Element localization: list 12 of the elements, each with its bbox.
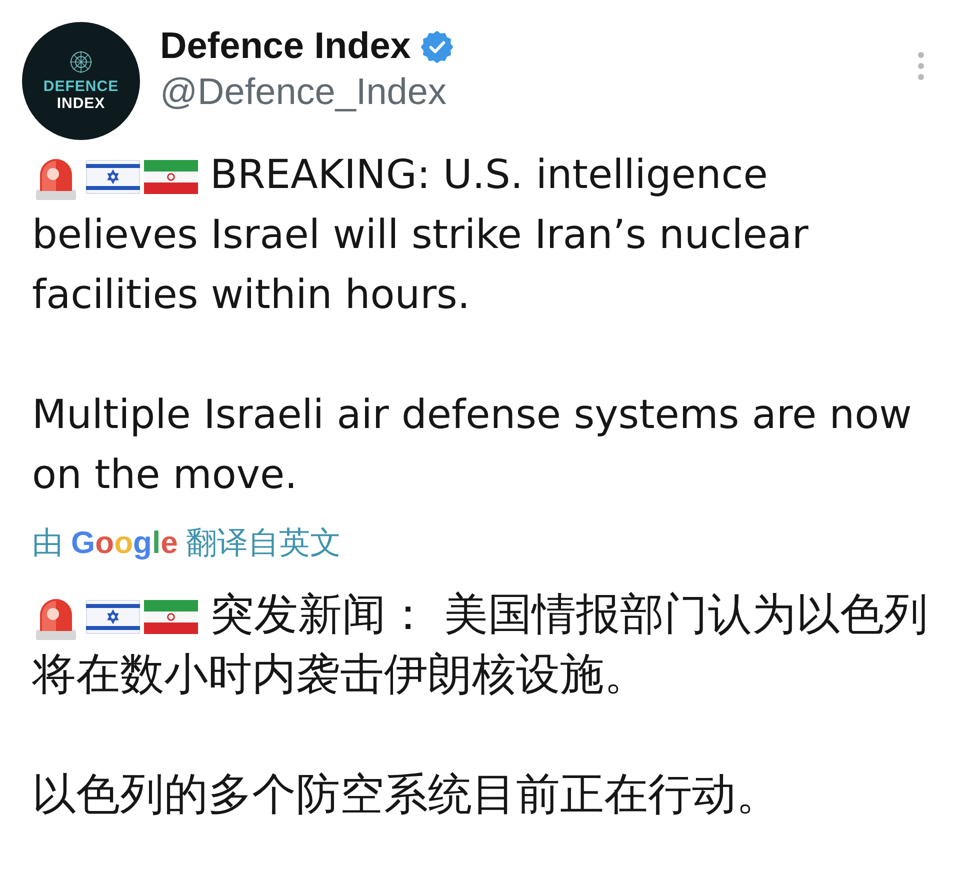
account-name[interactable]: Defence Index <box>160 25 411 67</box>
more-vertical-icon <box>917 51 925 81</box>
translation-attribution[interactable]: 由 Google 翻译自英文 <box>32 523 341 563</box>
post-text: BREAKING: U.S. intelligence believes Israel will strike Iran’s nuclear facilities within hours. <box>32 152 808 318</box>
crosshair-icon <box>69 50 93 74</box>
logo-text: INDEX <box>56 95 106 112</box>
avatar-logo[interactable]: DEFENCE INDEX <box>22 22 140 140</box>
account-handle[interactable]: @Defence_Index <box>160 71 453 113</box>
translated-text: 以色列的多个防空系统目前正在行动。 <box>32 769 780 820</box>
post-text: Multiple Israeli air defense systems are now on the move. <box>32 392 912 498</box>
translated-text: 突发新闻： 美国情报部门认为以色列将在数小时内袭击伊朗核设施。 <box>32 589 928 700</box>
logo-text: DEFENCE <box>43 78 119 95</box>
